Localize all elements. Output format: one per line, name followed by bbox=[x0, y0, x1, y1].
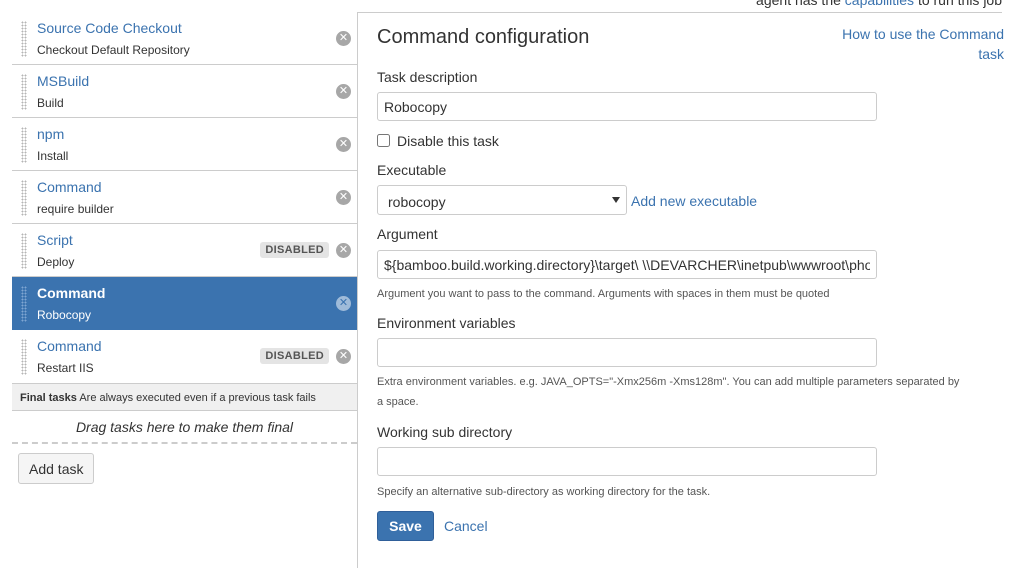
drag-handle-icon[interactable] bbox=[21, 233, 27, 269]
task-item-active[interactable]: Command Robocopy ✕ bbox=[12, 277, 357, 330]
disabled-badge: DISABLED bbox=[260, 242, 329, 258]
task-item[interactable]: Script Deploy DISABLED ✕ bbox=[12, 224, 357, 277]
remove-task-icon[interactable]: ✕ bbox=[336, 190, 351, 205]
task-description-label: Task description bbox=[377, 69, 478, 85]
final-tasks-header: Final tasks Are always executed even if … bbox=[12, 383, 357, 411]
disable-task-label: Disable this task bbox=[397, 133, 499, 149]
task-item[interactable]: Source Code Checkout Checkout Default Re… bbox=[12, 12, 357, 65]
save-button[interactable]: Save bbox=[377, 511, 434, 541]
working-sub-directory-label: Working sub directory bbox=[377, 424, 513, 440]
final-tasks-dropzone[interactable]: Drag tasks here to make them final bbox=[12, 411, 357, 444]
cancel-link[interactable]: Cancel bbox=[444, 518, 488, 534]
argument-hint: Argument you want to pass to the command… bbox=[377, 288, 830, 300]
task-name: npm bbox=[37, 126, 65, 142]
capabilities-note-suffix: to run this job bbox=[914, 0, 1002, 8]
capabilities-note-prefix: agent has the bbox=[756, 0, 845, 8]
environment-variables-input[interactable] bbox=[377, 338, 877, 367]
executable-selected-value: robocopy bbox=[388, 194, 446, 210]
task-name: Script bbox=[37, 232, 73, 248]
disabled-badge: DISABLED bbox=[260, 348, 329, 364]
final-tasks-subtitle: Are always executed even if a previous t… bbox=[79, 392, 316, 404]
add-new-executable-link[interactable]: Add new executable bbox=[631, 193, 757, 209]
task-description: Checkout Default Repository bbox=[37, 43, 190, 57]
executable-label: Executable bbox=[377, 162, 447, 178]
executable-select[interactable]: robocopy bbox=[377, 185, 627, 215]
final-tasks-title: Final tasks bbox=[20, 392, 77, 404]
environment-variables-label: Environment variables bbox=[377, 315, 516, 331]
help-link[interactable]: How to use the Command task bbox=[824, 24, 1004, 64]
task-item[interactable]: npm Install ✕ bbox=[12, 118, 357, 171]
remove-task-icon[interactable]: ✕ bbox=[336, 349, 351, 364]
working-sub-directory-hint: Specify an alternative sub-directory as … bbox=[377, 486, 711, 498]
page-title: Command configuration bbox=[377, 26, 590, 48]
task-description: Build bbox=[37, 96, 64, 110]
task-item[interactable]: Command Restart IIS DISABLED ✕ bbox=[12, 330, 357, 383]
task-description: require builder bbox=[37, 202, 114, 216]
drag-handle-icon[interactable] bbox=[21, 339, 27, 375]
environment-variables-hint: Extra environment variables. e.g. JAVA_O… bbox=[377, 376, 960, 408]
task-description: Robocopy bbox=[37, 308, 92, 322]
capabilities-link[interactable]: capabilities bbox=[845, 0, 914, 8]
remove-task-icon[interactable]: ✕ bbox=[336, 243, 351, 258]
drag-handle-icon[interactable] bbox=[21, 74, 27, 110]
drag-handle-icon[interactable] bbox=[21, 127, 27, 163]
remove-task-icon[interactable]: ✕ bbox=[336, 137, 351, 152]
drag-handle-icon[interactable] bbox=[21, 180, 27, 216]
task-description: Restart IIS bbox=[37, 361, 94, 375]
task-item[interactable]: MSBuild Build ✕ bbox=[12, 65, 357, 118]
task-name: Source Code Checkout bbox=[37, 20, 182, 36]
drag-handle-icon[interactable] bbox=[21, 21, 27, 57]
final-tasks-drop-text: Drag tasks here to make them final bbox=[75, 419, 294, 435]
task-panel: Source Code Checkout Checkout Default Re… bbox=[12, 12, 358, 568]
capabilities-note: agent has the capabilities to run this j… bbox=[756, 0, 1002, 8]
task-name: Command bbox=[37, 338, 102, 354]
task-name: Command bbox=[37, 179, 102, 195]
task-description: Install bbox=[37, 149, 69, 163]
task-name: MSBuild bbox=[37, 73, 90, 89]
task-description-input[interactable] bbox=[377, 92, 877, 121]
task-item[interactable]: Command require builder ✕ bbox=[12, 171, 357, 224]
remove-task-icon[interactable]: ✕ bbox=[336, 296, 351, 311]
task-description: Deploy bbox=[37, 255, 75, 269]
task-name: Command bbox=[37, 285, 106, 301]
argument-input[interactable] bbox=[377, 250, 877, 279]
drag-handle-icon[interactable] bbox=[21, 286, 27, 322]
remove-task-icon[interactable]: ✕ bbox=[336, 31, 351, 46]
task-list: Source Code Checkout Checkout Default Re… bbox=[12, 12, 357, 383]
remove-task-icon[interactable]: ✕ bbox=[336, 84, 351, 99]
disable-task-checkbox[interactable] bbox=[377, 134, 390, 147]
add-task-button[interactable]: Add task bbox=[18, 453, 95, 484]
argument-label: Argument bbox=[377, 226, 438, 242]
working-sub-directory-input[interactable] bbox=[377, 447, 877, 476]
chevron-down-icon bbox=[612, 197, 620, 203]
